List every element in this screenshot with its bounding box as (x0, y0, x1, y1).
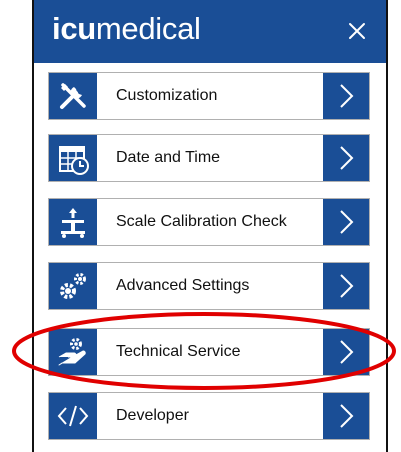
chevron-right-icon[interactable] (323, 199, 369, 245)
chevron-right-icon[interactable] (323, 263, 369, 309)
gears-icon (49, 263, 97, 309)
menu-item-label: Developer (116, 407, 189, 424)
close-button[interactable] (340, 14, 374, 48)
menu-item-label: Date and Time (116, 149, 221, 166)
chevron-right-icon[interactable] (323, 393, 369, 439)
menu-item-advanced-settings[interactable]: Advanced Settings (48, 262, 370, 310)
menu-item-label: Technical Service (116, 343, 241, 360)
menu-item-label: Scale Calibration Check (116, 213, 287, 230)
logo-light-text: medical (95, 11, 201, 46)
menu-item-customization[interactable]: Customization (48, 72, 370, 120)
menu-item-technical-service[interactable]: Technical Service (48, 328, 370, 376)
app-header: icumedical (34, 0, 386, 63)
tools-icon (49, 73, 97, 119)
device-screen: icumedical Customization Date and Time S… (32, 0, 388, 452)
code-icon (49, 393, 97, 439)
menu-item-date-and-time[interactable]: Date and Time (48, 134, 370, 182)
chevron-right-icon[interactable] (323, 73, 369, 119)
scale-icon (49, 199, 97, 245)
brand-logo: icumedical (52, 11, 201, 47)
logo-bold-text: icu (52, 11, 96, 46)
hand-gear-icon (49, 329, 97, 375)
menu-item-scale-calibration-check[interactable]: Scale Calibration Check (48, 198, 370, 246)
menu-item-label: Advanced Settings (116, 277, 250, 294)
close-icon (349, 23, 365, 39)
menu-item-label: Customization (116, 87, 218, 104)
chevron-right-icon[interactable] (323, 135, 369, 181)
chevron-right-icon[interactable] (323, 329, 369, 375)
calendar-clock-icon (49, 135, 97, 181)
menu-item-developer[interactable]: Developer (48, 392, 370, 440)
